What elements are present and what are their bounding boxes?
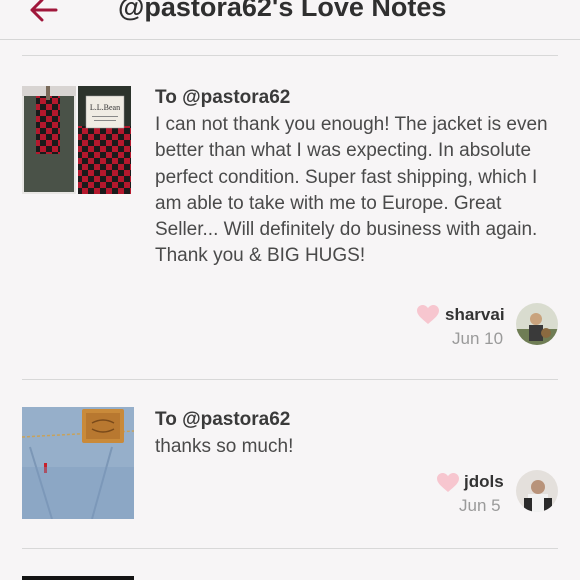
note-date: Jun 5 (459, 496, 501, 515)
note-date: Jun 10 (452, 329, 504, 348)
avatar[interactable] (516, 303, 558, 345)
note-author[interactable]: sharvai (445, 305, 505, 325)
avatar[interactable] (516, 470, 558, 512)
divider (22, 55, 558, 56)
jacket-photo: L.L.Bean (22, 86, 131, 194)
listing-thumbnail[interactable]: L.L.Bean (22, 86, 131, 194)
header-bar: @pastora62's Love Notes (0, 0, 580, 40)
note-message: thanks so much! (155, 436, 294, 457)
heart-icon[interactable] (417, 305, 439, 325)
note-author[interactable]: jdols (464, 472, 504, 492)
back-arrow-icon[interactable] (26, 0, 62, 28)
note-recipient: To @pastora62 (155, 87, 291, 108)
divider (22, 548, 558, 549)
note-message: I can not thank you enough! The jacket i… (155, 114, 548, 267)
divider (22, 379, 558, 380)
brand-label: L.L.Bean (90, 103, 120, 112)
heart-icon[interactable] (437, 473, 459, 493)
listing-thumbnail[interactable] (22, 407, 134, 519)
page-title: @pastora62's Love Notes (118, 0, 447, 22)
note-recipient: To @pastora62 (155, 409, 291, 430)
jeans-photo (22, 407, 134, 519)
listing-thumbnail[interactable] (22, 576, 134, 580)
